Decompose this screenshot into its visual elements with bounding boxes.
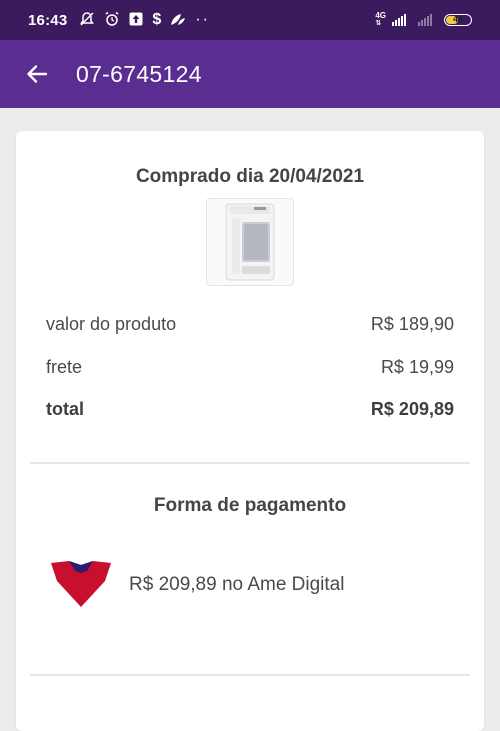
upload-icon [129,12,143,28]
section-divider-bottom [30,674,470,676]
arrow-left-icon [27,65,48,83]
order-details-card: Comprado dia 20/04/2021 valor do produto… [16,131,484,731]
dollar-icon: $ [152,11,162,28]
signal-strength-secondary-icon [418,14,432,26]
status-time: 16:43 [28,11,68,29]
status-bar: 16:43 $ ·· 4G ⇅ 48 [0,0,500,40]
shipping-amount: R$ 19,99 [380,357,454,377]
product-value-row: valor do produto R$ 189,90 [46,314,454,335]
shipping-row: frete R$ 19,99 [46,357,454,378]
signal-strength-icon [392,14,406,26]
total-label: total [46,399,84,419]
more-notifications-icon: ·· [195,11,210,28]
battery-level-text: 48 [452,14,463,24]
battery-icon: 48 [444,14,472,26]
section-divider [30,462,470,464]
payment-section-title: Forma de pagamento [153,495,347,516]
page-title: 07-6745124 [76,60,202,87]
notifications-off-icon [79,11,95,29]
shipping-label: frete [46,357,83,377]
network-type-icon: 4G ⇅ [375,11,386,28]
payment-method-text: R$ 209,89 no Ame Digital [129,574,345,595]
ame-digital-logo [51,561,111,607]
alarm-icon [104,11,120,29]
notification-icons: $ ·· [79,11,210,29]
product-image[interactable] [206,198,294,286]
purchase-date: Comprado dia 20/04/2021 [135,166,365,187]
product-value-amount: R$ 189,90 [370,314,454,334]
app-bar: 07-6745124 [0,40,500,108]
back-button[interactable] [22,59,52,89]
water-purifier-image [225,203,275,281]
total-row: total R$ 209,89 [46,399,454,420]
status-right: 4G ⇅ 48 [375,12,472,28]
product-value-label: valor do produto [46,314,177,334]
total-amount: R$ 209,89 [370,399,454,419]
leaf-icon [170,12,186,28]
